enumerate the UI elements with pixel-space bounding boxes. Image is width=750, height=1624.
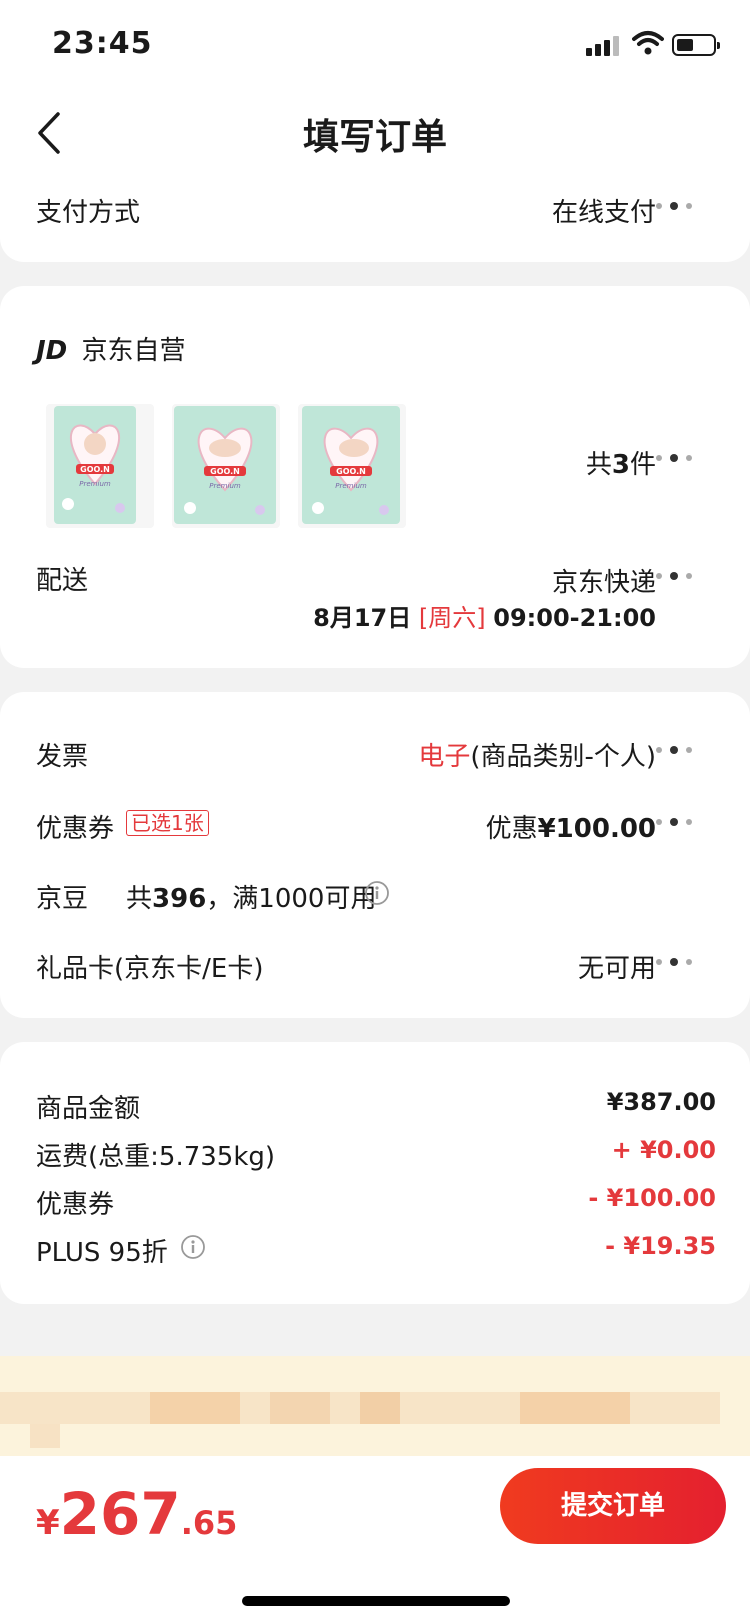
delivery-method[interactable]: 京东快递 bbox=[552, 562, 656, 599]
signal-icon bbox=[586, 34, 622, 56]
status-bar: 23:45 bbox=[0, 0, 750, 88]
delivery-weekday: [周六] bbox=[418, 604, 486, 632]
more-icon[interactable] bbox=[654, 200, 694, 212]
more-icon[interactable] bbox=[654, 570, 694, 582]
payment-value: 在线支付 bbox=[551, 198, 656, 228]
page-title: 填写订单 bbox=[302, 117, 447, 158]
more-icon[interactable] bbox=[654, 816, 694, 828]
shop-name: 京东自营 bbox=[81, 336, 186, 366]
gift-card-label: 礼品卡(京东卡/E卡) bbox=[36, 954, 264, 984]
home-indicator[interactable] bbox=[242, 1596, 510, 1606]
gift-card-value[interactable]: 无可用 bbox=[578, 948, 656, 985]
product-thumbnail[interactable]: GOO.N Premium bbox=[172, 404, 280, 528]
summary-value: - ¥19.35 bbox=[605, 1232, 716, 1260]
jd-logo: JD bbox=[36, 336, 68, 366]
line-text: Premium bbox=[79, 480, 111, 488]
diaper-pack-image: GOO.N Premium bbox=[174, 406, 276, 524]
payment-label: 支付方式 bbox=[36, 198, 141, 228]
invoice-value[interactable]: 电子(商品类别-个人) bbox=[418, 736, 656, 773]
jingdou-label: 京豆 bbox=[36, 884, 89, 914]
summary-label: PLUS 95折 bbox=[36, 1238, 168, 1268]
coupon-value[interactable]: 优惠¥100.00 bbox=[486, 808, 656, 845]
status-time: 23:45 bbox=[52, 26, 153, 61]
coupon-selected-tag: 已选1张 bbox=[126, 810, 209, 836]
items-count[interactable]: 共3件 bbox=[586, 444, 656, 481]
line-text: Premium bbox=[209, 482, 241, 490]
invoice-label: 发票 bbox=[36, 742, 89, 772]
summary-value: - ¥100.00 bbox=[588, 1184, 716, 1212]
nav-bar: 填写订单 bbox=[0, 88, 750, 178]
coupon-label: 优惠券 bbox=[36, 814, 115, 844]
brand-text: GOO.N bbox=[80, 465, 110, 474]
options-card: 发票 电子(商品类别-个人) 优惠券 已选1张 优惠¥100.00 京豆 共39… bbox=[0, 692, 750, 1018]
blurred-banner bbox=[0, 1356, 750, 1456]
shop-card: JD 京东自营 GOO.N Premium GOO.N Premium GOO.… bbox=[0, 286, 750, 668]
price-summary-card: 商品金额 ¥387.00 运费(总重:5.735kg) + ¥0.00 优惠券 … bbox=[0, 1042, 750, 1304]
more-icon[interactable] bbox=[654, 452, 694, 464]
battery-icon bbox=[672, 34, 720, 56]
pixelated-content bbox=[0, 1392, 720, 1448]
summary-label: 优惠券 bbox=[36, 1190, 115, 1220]
summary-label: 运费(总重:5.735kg) bbox=[36, 1142, 276, 1172]
shop-header: JD 京东自营 bbox=[36, 330, 186, 367]
brand-text: GOO.N bbox=[210, 467, 240, 476]
brand-text: GOO.N bbox=[336, 467, 366, 476]
summary-value: ¥387.00 bbox=[606, 1088, 716, 1116]
total-price: ¥267.65 bbox=[36, 1480, 238, 1548]
payment-card[interactable]: 支付方式 在线支付 bbox=[0, 170, 750, 262]
delivery-date: 8月17日 bbox=[313, 604, 412, 632]
more-icon[interactable] bbox=[654, 744, 694, 756]
delivery-label: 配送 bbox=[36, 566, 89, 596]
product-thumbnail[interactable]: GOO.N Premium bbox=[298, 404, 406, 528]
line-text: Premium bbox=[335, 482, 367, 490]
more-icon[interactable] bbox=[654, 956, 694, 968]
delivery-time-range: 09:00-21:00 bbox=[493, 604, 656, 632]
diaper-pack-image: GOO.N Premium bbox=[54, 406, 136, 524]
wifi-icon bbox=[632, 31, 664, 55]
info-icon[interactable] bbox=[180, 1234, 206, 1260]
product-thumbnail[interactable]: GOO.N Premium bbox=[46, 404, 154, 528]
info-icon[interactable] bbox=[364, 880, 390, 906]
jingdou-info: 共396，满1000可用 bbox=[126, 884, 377, 914]
submit-order-button[interactable]: 提交订单 bbox=[500, 1468, 726, 1544]
summary-value: + ¥0.00 bbox=[611, 1136, 716, 1164]
summary-label: 商品金额 bbox=[36, 1094, 141, 1124]
delivery-time[interactable]: 8月17日 [周六] 09:00-21:00 bbox=[313, 598, 656, 633]
diaper-pack-image: GOO.N Premium bbox=[302, 406, 400, 524]
